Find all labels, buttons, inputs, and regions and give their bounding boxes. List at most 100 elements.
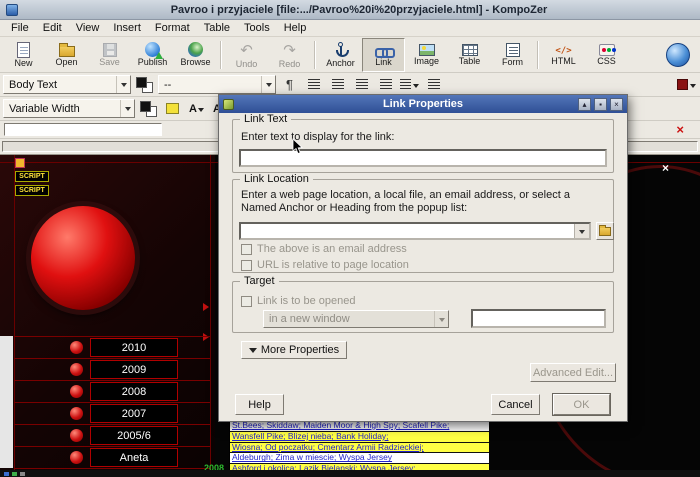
year-tag-label: 2008 — [204, 463, 224, 470]
image-icon — [419, 44, 435, 56]
menu-file[interactable]: File — [4, 21, 36, 35]
pilcrow-icon: ¶ — [286, 77, 293, 92]
new-document-icon — [17, 42, 30, 58]
link-location-input[interactable] — [241, 224, 574, 238]
numbered-list-button[interactable] — [303, 75, 324, 94]
menu-insert[interactable]: Insert — [106, 21, 148, 35]
page-link[interactable]: Ashford i okolica; Lazik Bielanski; Wysp… — [230, 464, 489, 470]
year-link-2009[interactable]: 2009 — [90, 360, 178, 379]
menu-table[interactable]: Table — [197, 21, 237, 35]
menu-view[interactable]: View — [69, 21, 107, 35]
indent-button[interactable] — [375, 75, 396, 94]
maximize-button[interactable]: ▪ — [594, 98, 607, 111]
site-filter-field[interactable] — [4, 123, 162, 136]
page-border-line — [210, 155, 211, 470]
image-button[interactable]: Image — [405, 38, 448, 72]
smaller-font-button[interactable]: A — [186, 99, 207, 118]
ok-button[interactable]: OK — [553, 394, 610, 415]
undo-button[interactable]: Undo — [225, 38, 268, 72]
advanced-edit-button[interactable]: Advanced Edit... — [530, 363, 616, 382]
link-properties-dialog: Link Properties ▴ ▪ × Link Text Enter te… — [218, 94, 628, 422]
browse-button[interactable]: Browse — [174, 38, 217, 72]
shade-button[interactable]: ▴ — [578, 98, 591, 111]
checkbox-icon — [241, 296, 252, 307]
link-open-checkbox-label: Link is to be opened — [257, 295, 355, 307]
target-frame-input[interactable] — [471, 309, 606, 328]
form-button[interactable]: Form — [491, 38, 534, 72]
close-icon[interactable]: × — [662, 161, 669, 175]
status-icon — [20, 472, 25, 476]
link-text-group: Link Text Enter text to display for the … — [232, 119, 614, 173]
menu-format[interactable]: Format — [148, 21, 197, 35]
open-button[interactable]: Open — [45, 38, 88, 72]
link-button[interactable]: Link — [362, 38, 405, 72]
page-link[interactable]: Aldeburgh; Zima w miescie; Wyspa Jersey — [230, 453, 489, 464]
css-class-select[interactable]: -- — [158, 75, 276, 94]
kompozer-window: Pavroo i przyjaciele [file:.../Pavroo%20… — [0, 0, 700, 477]
window-titlebar[interactable]: Pavroo i przyjaciele [file:.../Pavroo%20… — [0, 0, 700, 20]
menu-help[interactable]: Help — [277, 21, 314, 35]
help-button[interactable]: Help — [235, 394, 284, 415]
close-sidebar-icon[interactable]: × — [676, 123, 684, 136]
table-label: Table — [459, 57, 481, 66]
bulleted-list-button[interactable] — [327, 75, 348, 94]
undo-icon — [240, 41, 253, 59]
chevron-down-icon — [261, 76, 275, 93]
close-button[interactable]: × — [610, 98, 623, 111]
more-properties-button[interactable]: More Properties — [241, 341, 347, 359]
smaller-font-icon: A — [189, 102, 204, 115]
year-row: 2009 — [14, 359, 210, 381]
status-icon — [12, 472, 17, 476]
text-color-button[interactable] — [134, 75, 155, 94]
year-link-2010[interactable]: 2010 — [90, 338, 178, 357]
html-source-button[interactable]: HTML — [542, 38, 585, 72]
outdent-icon — [356, 79, 368, 90]
justify-button[interactable] — [423, 75, 444, 94]
anchor-button[interactable]: Anchor — [319, 38, 362, 72]
relative-url-checkbox: URL is relative to page location — [241, 259, 409, 271]
chevron-down-icon — [116, 76, 130, 93]
css-button[interactable]: CSS — [585, 38, 628, 72]
html-source-icon — [555, 44, 571, 56]
year-link-2008[interactable]: 2008 — [90, 382, 178, 401]
expander-triangle-icon — [249, 348, 257, 357]
align-text-icon — [400, 79, 411, 90]
page-link[interactable]: Wansfell Pike; Blizej nieba; Bank Holida… — [230, 432, 489, 443]
choose-file-button[interactable] — [596, 222, 614, 240]
chevron-down-icon[interactable] — [574, 224, 589, 238]
help-label: Help — [248, 399, 271, 411]
menu-tools[interactable]: Tools — [237, 21, 277, 35]
save-icon — [103, 43, 117, 57]
new-label: New — [14, 59, 32, 68]
menubar: File Edit View Insert Format Table Tools… — [0, 20, 700, 37]
font-name-select[interactable]: Variable Width — [3, 99, 135, 118]
publish-button[interactable]: Publish — [131, 38, 174, 72]
folder-icon — [599, 227, 611, 236]
page-link[interactable]: St.Bees; Skiddaw; Maiden Moor & High Spy… — [230, 421, 489, 432]
new-button[interactable]: New — [2, 38, 45, 72]
browse-globe-icon — [188, 42, 203, 57]
paragraph-format-select[interactable]: Body Text — [3, 75, 131, 94]
year-link-2005-6[interactable]: 2005/6 — [90, 426, 178, 445]
cancel-button[interactable]: Cancel — [491, 394, 540, 415]
alignment-button[interactable] — [399, 75, 420, 94]
redo-button[interactable]: Redo — [268, 38, 311, 72]
page-link[interactable]: Wiosna; Od poczatku; Cmentarz Armii Radz… — [230, 443, 489, 454]
table-button[interactable]: Table — [448, 38, 491, 72]
save-button[interactable]: Save — [88, 38, 131, 72]
dialog-titlebar[interactable]: Link Properties ▴ ▪ × — [219, 95, 627, 113]
relative-url-checkbox-label: URL is relative to page location — [257, 259, 409, 271]
year-link-2007[interactable]: 2007 — [90, 404, 178, 423]
redo-icon — [283, 41, 296, 59]
year-link-aneta[interactable]: Aneta — [90, 448, 178, 467]
dialog-title: Link Properties — [219, 98, 627, 110]
menu-edit[interactable]: Edit — [36, 21, 69, 35]
justify-icon — [428, 79, 440, 90]
highlight-color-button[interactable] — [162, 99, 183, 118]
email-address-checkbox-label: The above is an email address — [257, 243, 407, 255]
outdent-button[interactable] — [351, 75, 372, 94]
paragraph-marks-button[interactable]: ¶ — [279, 75, 300, 94]
fg-bg-color-button[interactable] — [138, 99, 159, 118]
insert-special-button[interactable] — [676, 75, 697, 94]
checkbox-icon — [241, 260, 252, 271]
